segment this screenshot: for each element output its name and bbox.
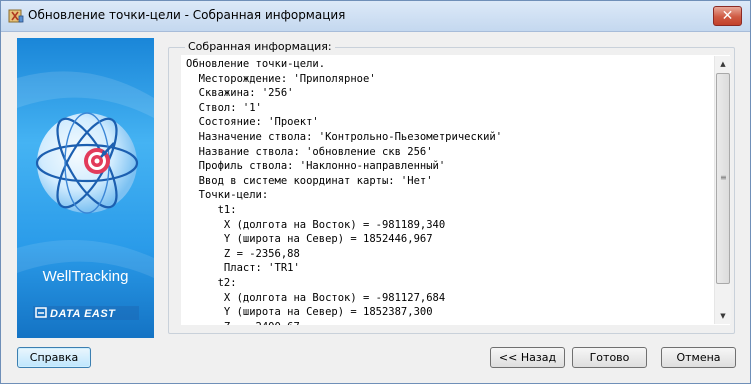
scroll-down-arrow-icon[interactable]: ▼ — [715, 308, 731, 324]
back-button[interactable]: << Назад — [490, 347, 565, 368]
close-button[interactable]: ✕ — [713, 6, 742, 26]
title-bar[interactable]: Обновление точки-цели - Собранная информ… — [1, 1, 750, 32]
help-button[interactable]: Справка — [17, 347, 91, 368]
cancel-button[interactable]: Отмена — [661, 347, 736, 368]
scroll-up-arrow-icon[interactable]: ▲ — [715, 56, 731, 72]
banner-background — [17, 38, 154, 338]
collected-info-legend: Собранная информация: — [185, 40, 335, 53]
done-button[interactable]: Готово — [572, 347, 647, 368]
scroll-thumb[interactable]: ≡ — [716, 73, 730, 284]
wizard-window: Обновление точки-цели - Собранная информ… — [0, 0, 751, 384]
vendor-name: DATA EAST — [50, 308, 116, 320]
collected-info-text[interactable]: Обновление точки-цели. Месторождение: 'П… — [181, 55, 730, 325]
welltracking-banner: WellTracking DATA EAST — [17, 38, 154, 338]
collected-info-content: Обновление точки-цели. Месторождение: 'П… — [186, 58, 503, 325]
vertical-scrollbar[interactable]: ▲ ≡ ▼ — [714, 56, 731, 324]
close-icon: ✕ — [721, 8, 734, 24]
product-name: WellTracking — [42, 268, 129, 285]
window-title: Обновление точки-цели - Собранная информ… — [28, 8, 346, 22]
app-icon — [8, 9, 24, 23]
grip-icon: ≡ — [720, 173, 727, 182]
